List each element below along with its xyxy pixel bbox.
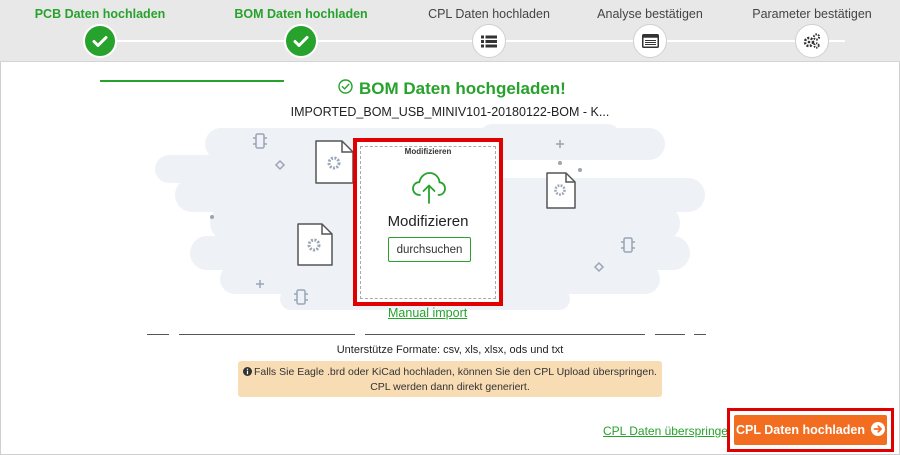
divider (365, 334, 645, 335)
step-label: CPL Daten hochladen (428, 7, 550, 21)
step-pcb-upload[interactable]: PCB Daten hochladen (10, 0, 190, 58)
file-gear-icon (297, 223, 333, 266)
info-icon (243, 366, 253, 380)
dropzone-title: Modifizieren (387, 213, 469, 230)
manual-import-link[interactable]: Manual import (388, 306, 467, 320)
step-label: Analyse bestätigen (597, 7, 703, 21)
step-cpl-upload[interactable]: CPL Daten hochladen (399, 0, 579, 58)
next-button-highlight: CPL Daten hochladen (727, 408, 894, 452)
button-label: CPL Daten hochladen (736, 423, 865, 437)
check-circle-icon (338, 79, 353, 99)
uploaded-filename: IMPORTED_BOM_USB_MINIV101-20180122-BOM -… (290, 105, 610, 119)
upload-success-title: BOM Daten hochgeladen! (338, 79, 566, 99)
gears-icon (795, 24, 829, 58)
dot-icon (578, 168, 582, 172)
title-text: BOM Daten hochgeladen! (359, 79, 566, 98)
dot-icon (558, 161, 562, 165)
window-icon (633, 24, 667, 58)
wizard-stepper: PCB Daten hochladen BOM Daten hochladen … (0, 0, 900, 62)
supported-formats-text: Unterstütze Formate: csv, xls, xlsx, ods… (336, 344, 564, 356)
dot-icon (210, 215, 214, 219)
divider (179, 334, 355, 335)
info-line-1: Falls Sie Eagle .brd oder KiCad hochlade… (254, 366, 657, 378)
upload-cpl-button[interactable]: CPL Daten hochladen (734, 415, 887, 445)
divider (694, 334, 706, 335)
tab-progress-indicator (100, 80, 284, 82)
info-alert: Falls Sie Eagle .brd oder KiCad hochlade… (238, 361, 662, 397)
file-gear-icon (315, 140, 354, 184)
dropzone-tag: Modifizieren (361, 141, 495, 159)
step-label: Parameter bestätigen (752, 7, 872, 21)
divider (655, 334, 685, 335)
arrow-right-circle-icon (870, 421, 885, 439)
check-icon (284, 24, 318, 58)
info-line-2: CPL werden dann direkt generiert. (370, 381, 530, 393)
browse-button[interactable]: durchsuchen (388, 237, 471, 262)
file-gear-icon (546, 172, 576, 209)
cloud-upload-icon (411, 171, 447, 210)
step-bom-upload[interactable]: BOM Daten hochladen (211, 0, 391, 58)
dropzone-tag-text: Modifizieren (401, 147, 455, 156)
step-label: BOM Daten hochladen (234, 7, 368, 21)
check-icon (83, 24, 117, 58)
list-icon (472, 24, 506, 58)
step-confirm-parameters[interactable]: Parameter bestätigen (722, 0, 900, 58)
step-label: PCB Daten hochladen (34, 7, 166, 21)
dropzone-border: Modifizieren Modifizieren durchsuchen (360, 146, 496, 299)
bom-upload-dropzone[interactable]: Modifizieren Modifizieren durchsuchen (353, 138, 503, 306)
skip-cpl-link[interactable]: CPL Daten überspringen (603, 424, 735, 438)
divider (147, 334, 169, 335)
step-confirm-analysis[interactable]: Analyse bestätigen (560, 0, 740, 58)
